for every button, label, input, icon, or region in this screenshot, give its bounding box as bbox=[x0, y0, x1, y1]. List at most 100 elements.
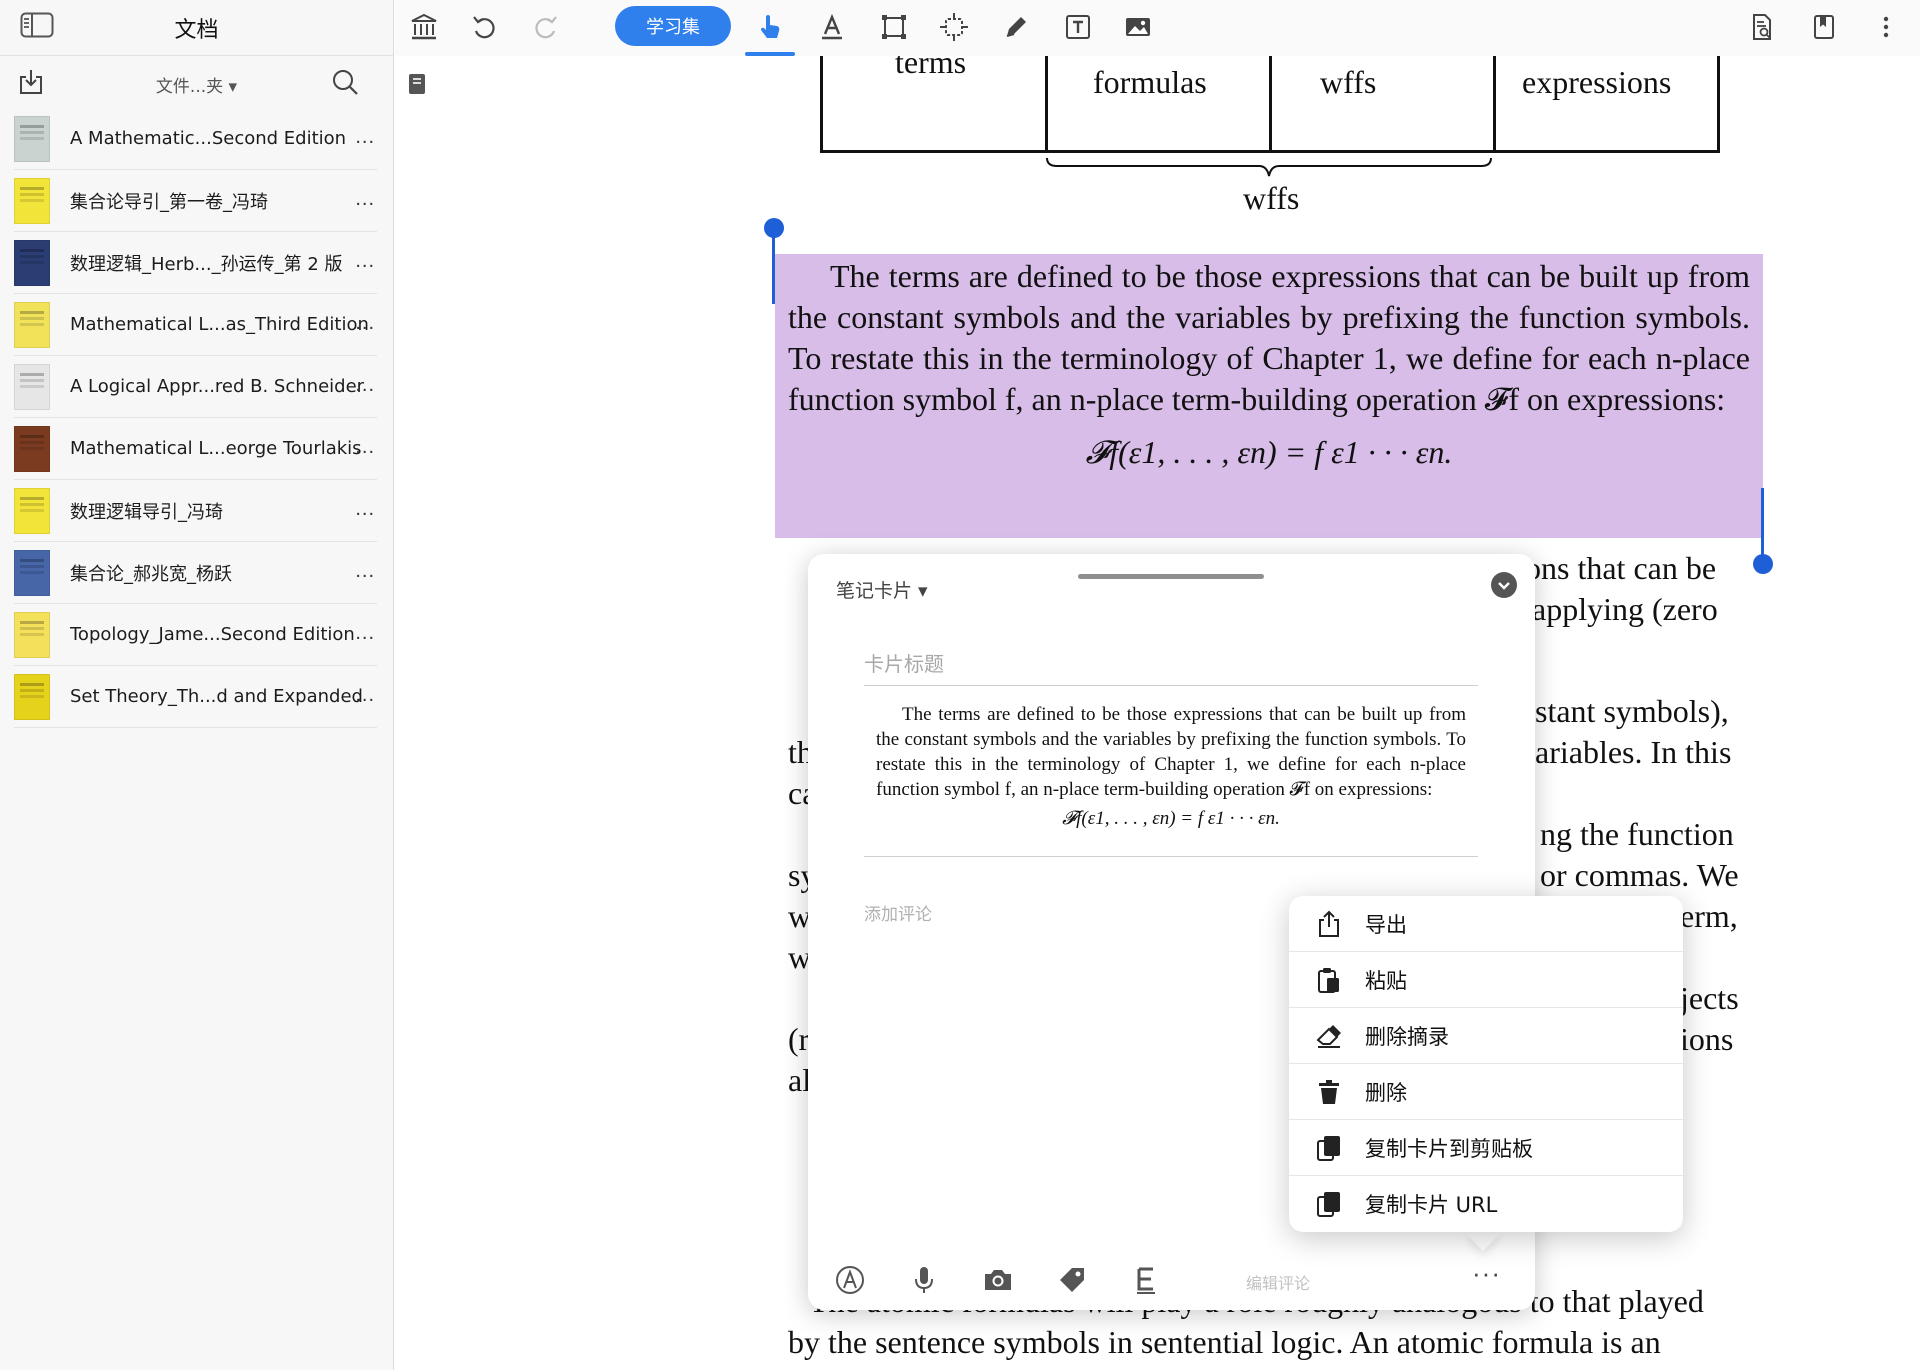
pencil-icon[interactable] bbox=[999, 10, 1033, 44]
page-text-line: jects bbox=[1680, 980, 1739, 1016]
book-cover-thumbnail bbox=[14, 301, 50, 348]
page-text-fragment: (r bbox=[788, 1021, 810, 1057]
copy-url-icon bbox=[1317, 1192, 1340, 1217]
menu-item-paste[interactable]: 粘贴 bbox=[1289, 952, 1683, 1008]
collapse-card-icon[interactable] bbox=[1491, 572, 1517, 598]
share-icon bbox=[1319, 910, 1339, 937]
book-cover-thumbnail bbox=[14, 425, 50, 472]
document-more-button[interactable]: ... bbox=[355, 499, 375, 519]
redo-icon[interactable] bbox=[529, 10, 563, 44]
document-list-item[interactable]: 集合论_郝兆宽_杨跃... bbox=[14, 542, 377, 604]
document-list-item[interactable]: 集合论导引_第一卷_冯琦... bbox=[14, 170, 377, 232]
selection-start-line bbox=[772, 228, 775, 304]
book-cover-thumbnail bbox=[14, 673, 50, 720]
document-list-item[interactable]: 数理逻辑_Herb..._孙运传_第 2 版... bbox=[14, 232, 377, 294]
image-icon[interactable] bbox=[1121, 10, 1155, 44]
sidebar-filter-bar: 文件...夹 ▾ bbox=[0, 56, 393, 108]
menu-item-delete-excerpt[interactable]: 删除摘录 bbox=[1289, 1008, 1683, 1064]
bookmark-book-icon[interactable] bbox=[1807, 10, 1841, 44]
drag-handle[interactable] bbox=[1078, 574, 1264, 579]
page-text-line: stant symbols), bbox=[1535, 693, 1729, 729]
book-cover-thumbnail bbox=[14, 177, 50, 224]
document-more-button[interactable]: ... bbox=[355, 251, 375, 271]
diagram-label-expressions: expressions bbox=[1522, 64, 1672, 100]
book-cover-thumbnail bbox=[14, 115, 50, 162]
more-vertical-icon[interactable] bbox=[1869, 10, 1903, 44]
add-comment-field[interactable]: 添加评论 bbox=[864, 900, 932, 925]
card-type-dropdown[interactable]: 笔记卡片 ▾ bbox=[836, 576, 928, 603]
format-text-icon[interactable] bbox=[1130, 1264, 1164, 1298]
book-cover-thumbnail bbox=[14, 487, 50, 534]
text-box-icon[interactable] bbox=[1061, 10, 1095, 44]
card-context-menu: 导出 粘贴 删除摘录 删除 复制卡片到剪贴板 复制卡片 URL bbox=[1289, 896, 1683, 1232]
document-list-item[interactable]: A Mathematic...Second Edition... bbox=[14, 108, 377, 170]
document-title: 集合论导引_第一卷_冯琦 bbox=[70, 191, 268, 213]
camera-icon[interactable] bbox=[982, 1264, 1016, 1298]
document-title: A Logical Appr...red B. Schneider bbox=[70, 376, 365, 397]
menu-item-export[interactable]: 导出 bbox=[1289, 896, 1683, 952]
document-more-button[interactable]: ... bbox=[355, 685, 375, 705]
document-more-button[interactable]: ... bbox=[355, 189, 375, 209]
page-text-line: ng the function bbox=[1540, 816, 1734, 852]
document-list-item[interactable]: Set Theory_Th...d and Expanded... bbox=[14, 666, 377, 728]
document-more-button[interactable]: ... bbox=[355, 437, 375, 457]
page-text-line: applying (zero bbox=[1532, 591, 1718, 627]
excerpt-text: The terms are defined to be those expres… bbox=[876, 704, 1466, 800]
menu-item-label: 导出 bbox=[1365, 912, 1407, 937]
document-title: Mathematical L...eorge Tourlakis bbox=[70, 438, 362, 459]
undo-icon[interactable] bbox=[467, 10, 501, 44]
document-list-item[interactable]: Mathematical L...eorge Tourlakis... bbox=[14, 418, 377, 480]
document-list-item[interactable]: A Logical Appr...red B. Schneider... bbox=[14, 356, 377, 418]
page-text-line: ions bbox=[1680, 1021, 1734, 1057]
book-cover-thumbnail bbox=[14, 549, 50, 596]
rectangle-select-icon[interactable] bbox=[877, 10, 911, 44]
trash-icon bbox=[1319, 1079, 1339, 1104]
document-more-button[interactable]: ... bbox=[355, 127, 375, 147]
document-list: A Mathematic...Second Edition... 集合论导引_第一… bbox=[0, 108, 393, 728]
document-more-button[interactable]: ... bbox=[355, 375, 375, 395]
crop-expand-icon[interactable] bbox=[937, 10, 971, 44]
menu-item-label: 删除摘录 bbox=[1365, 1024, 1449, 1049]
document-list-item[interactable]: 数理逻辑导引_冯琦... bbox=[14, 480, 377, 542]
handwriting-icon[interactable] bbox=[834, 1264, 868, 1298]
page-text-line: ons that can be bbox=[1525, 550, 1717, 586]
menu-item-copy-url[interactable]: 复制卡片 URL bbox=[1289, 1176, 1683, 1232]
study-set-button[interactable]: 学习集 bbox=[615, 6, 731, 46]
brace-mark bbox=[1046, 157, 1492, 177]
library-icon[interactable] bbox=[407, 10, 441, 44]
card-title-input[interactable] bbox=[864, 642, 1478, 686]
document-more-button[interactable]: ... bbox=[355, 561, 375, 581]
top-toolbar: 学习集 bbox=[395, 0, 1920, 56]
document-title: Topology_Jame...Second Edition bbox=[70, 624, 355, 645]
excerpt-formula: 𝓕f(ε1, . . . , εn) = f ε1 · · · εn. bbox=[1062, 808, 1280, 829]
edit-comment-button[interactable]: 编辑评论 bbox=[1246, 1270, 1310, 1294]
document-search-icon[interactable] bbox=[1745, 10, 1779, 44]
page-text-line: by the sentence symbols in sentential lo… bbox=[788, 1324, 1661, 1360]
tag-icon[interactable] bbox=[1056, 1264, 1090, 1298]
menu-item-label: 复制卡片 URL bbox=[1365, 1193, 1498, 1217]
book-cover-thumbnail bbox=[14, 611, 50, 658]
page-text-line: or commas. We bbox=[1540, 857, 1739, 893]
book-cover-thumbnail bbox=[14, 363, 50, 410]
microphone-icon[interactable] bbox=[908, 1264, 942, 1298]
menu-item-label: 复制卡片到剪贴板 bbox=[1365, 1136, 1533, 1161]
document-title: A Mathematic...Second Edition bbox=[70, 128, 347, 149]
selection-end-handle[interactable] bbox=[1753, 554, 1773, 574]
page-text-line: ariables. In this bbox=[1535, 734, 1732, 770]
notebook-icon[interactable] bbox=[407, 73, 427, 95]
menu-item-label: 粘贴 bbox=[1365, 968, 1407, 993]
text-highlight-icon[interactable] bbox=[815, 10, 849, 44]
card-bottom-toolbar: 编辑评论 ··· bbox=[808, 1254, 1535, 1310]
book-cover-thumbnail bbox=[14, 239, 50, 286]
hand-pointer-icon[interactable] bbox=[753, 10, 787, 44]
document-list-item[interactable]: Topology_Jame...Second Edition... bbox=[14, 604, 377, 666]
menu-item-copy-card[interactable]: 复制卡片到剪贴板 bbox=[1289, 1120, 1683, 1176]
document-list-item[interactable]: Mathematical L...as_Third Edition... bbox=[14, 294, 377, 356]
search-icon[interactable] bbox=[331, 68, 359, 96]
card-more-button[interactable]: ··· bbox=[1472, 1258, 1501, 1289]
document-more-button[interactable]: ... bbox=[355, 623, 375, 643]
document-more-button[interactable]: ... bbox=[355, 313, 375, 333]
menu-item-delete[interactable]: 删除 bbox=[1289, 1064, 1683, 1120]
card-excerpt[interactable]: The terms are defined to be those expres… bbox=[864, 702, 1478, 857]
highlighted-paragraph[interactable]: The terms are defined to be those expres… bbox=[788, 256, 1750, 473]
